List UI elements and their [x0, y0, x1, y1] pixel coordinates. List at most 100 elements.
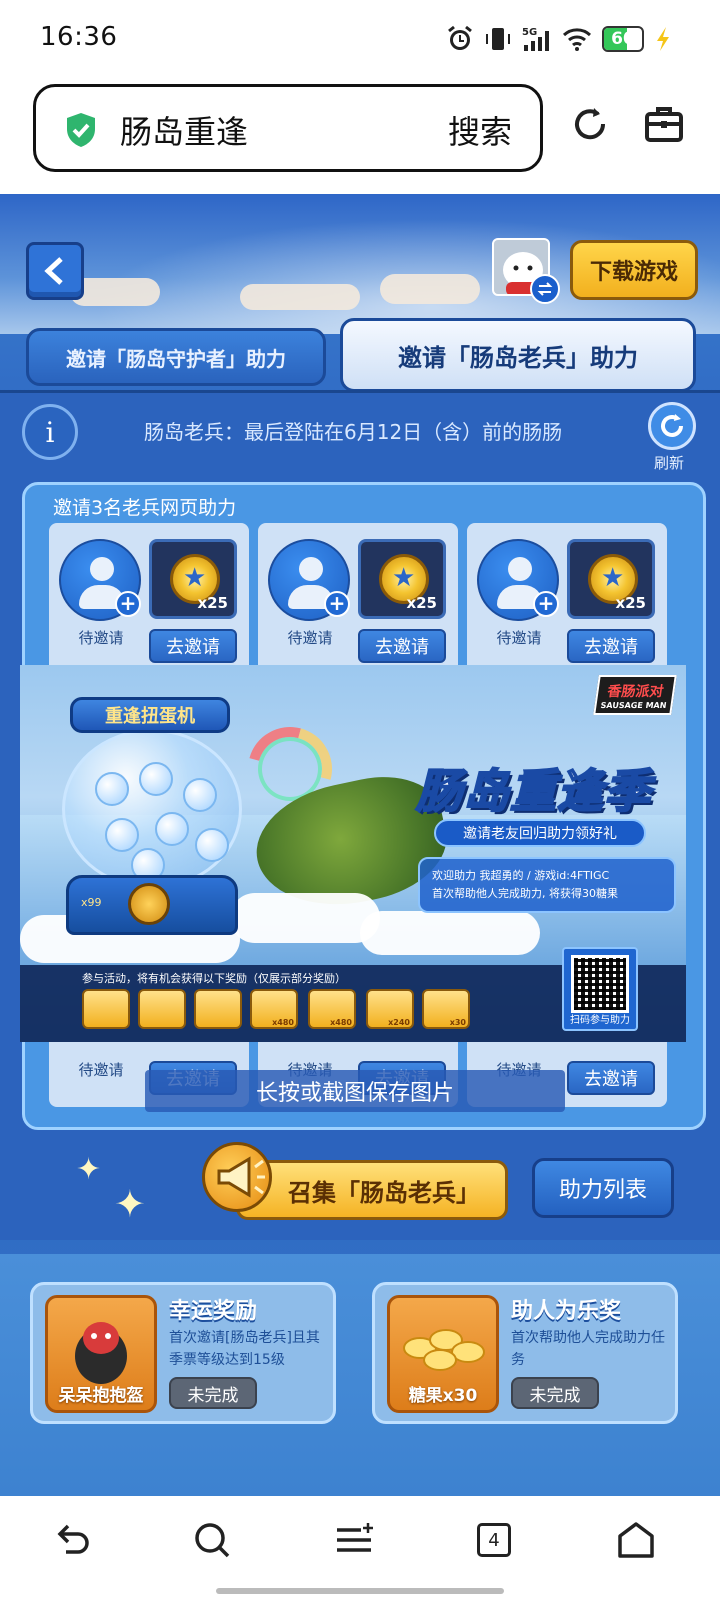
invite-status: 待邀请	[287, 629, 333, 647]
back-button[interactable]	[26, 242, 84, 300]
qr-code: 扫码参与助力	[562, 947, 638, 1031]
award-status[interactable]: 未完成	[511, 1377, 599, 1409]
invite-button[interactable]: 去邀请	[567, 1061, 655, 1095]
welcome-box: 欢迎助力 我超勇的 / 游戏id:4FTIGC 首次帮助他人完成助力, 将获得3…	[418, 857, 676, 913]
tab-guardian[interactable]: 邀请「肠岛守护者」助力	[26, 328, 326, 386]
download-game-button[interactable]: 下载游戏	[570, 240, 698, 300]
cloud	[240, 284, 360, 310]
cloud	[360, 911, 540, 955]
gacha-globe	[62, 729, 242, 889]
reward-item	[138, 989, 186, 1029]
reward-item	[194, 989, 242, 1029]
help-list-button[interactable]: 助力列表	[532, 1158, 674, 1218]
lucky-award-card: 呆呆抱抱盔 幸运奖励 首次邀请[肠岛老兵]且其季票等级达到15级 未完成	[30, 1282, 336, 1424]
svg-text:5G: 5G	[522, 27, 537, 38]
search-icon[interactable]	[188, 1516, 236, 1564]
browser-toolbar: 肠岛重逢 搜索	[0, 78, 720, 194]
reward-item: x240	[366, 989, 414, 1029]
gather-veterans-button[interactable]: 召集「肠岛老兵」	[236, 1160, 508, 1220]
reward-item: x480	[250, 989, 298, 1029]
award-desc: 首次邀请[肠岛老兵]且其季票等级达到15级	[169, 1330, 320, 1368]
reward-tile: ★ x25	[567, 539, 655, 619]
search-query[interactable]: 肠岛重逢	[120, 107, 248, 153]
helper-award-card: 糖果x30 助人为乐奖 首次帮助他人完成助力任务 未完成	[372, 1282, 678, 1424]
invite-status: 待邀请	[496, 629, 542, 647]
save-image-hint: 长按或截图保存图片	[145, 1070, 565, 1112]
reward-qty: x25	[406, 594, 437, 612]
invite-button[interactable]: 去邀请	[358, 629, 446, 663]
back-icon[interactable]	[48, 1516, 96, 1564]
alarm-icon	[446, 25, 474, 53]
invite-title: 邀请3名老兵网页助力	[53, 497, 237, 519]
tabs-count: 4	[477, 1523, 511, 1557]
award-item-thumb: 糖果x30	[387, 1295, 499, 1413]
bottom-nav: 4	[0, 1496, 720, 1600]
info-icon[interactable]: i	[22, 404, 78, 460]
reward-tile: ★ x25	[149, 539, 237, 619]
signal-5g-icon: 5G	[522, 25, 552, 53]
megaphone-icon	[202, 1142, 272, 1212]
share-poster[interactable]: 重逢扭蛋机 x99 香肠派对 SAUSAGE MAN 肠岛重逢季 邀请老友回归助…	[20, 665, 686, 1042]
home-indicator[interactable]	[216, 1588, 504, 1594]
plus-icon[interactable]: +	[115, 591, 141, 617]
award-desc: 首次帮助他人完成助力任务	[511, 1330, 665, 1368]
shield-check-icon	[64, 111, 98, 153]
cloud	[230, 893, 380, 943]
reward-qty: x25	[197, 594, 228, 612]
wifi-icon	[562, 25, 592, 53]
plus-icon[interactable]: +	[533, 591, 559, 617]
sausage-man-logo: 香肠派对 SAUSAGE MAN	[593, 675, 677, 715]
refresh-icon[interactable]	[570, 104, 610, 148]
invite-card: + 待邀请 ★ x25 去邀请	[49, 523, 249, 673]
reward-tile: ★ x25	[358, 539, 446, 619]
sparkle-icon: ✦	[114, 1182, 146, 1226]
clock: 16:36	[40, 22, 118, 52]
award-title: 助人为乐奖	[511, 1299, 622, 1324]
gacha-counter: x99	[81, 896, 102, 909]
award-item-name: 呆呆抱抱盔	[58, 1386, 144, 1406]
veteran-rule-text: 肠岛老兵：最后登陆在6月12日（含）前的肠肠	[144, 420, 563, 444]
status-icons: 5G 60	[446, 22, 672, 56]
invite-button[interactable]: 去邀请	[149, 629, 237, 663]
plus-icon[interactable]: +	[324, 591, 350, 617]
cloud	[380, 274, 480, 304]
rewards-caption: 参与活动，将有机会获得以下奖励（仅展示部分奖励）	[82, 972, 346, 985]
toolbox-icon[interactable]	[644, 104, 684, 148]
season-title: 肠岛重逢季	[415, 763, 651, 819]
welcome-line: 首次帮助他人完成助力, 将获得30糖果	[432, 887, 618, 900]
reward-item	[82, 989, 130, 1029]
search-button[interactable]: 搜索	[448, 107, 512, 153]
qr-label: 扫码参与助力	[570, 1015, 630, 1026]
award-item-name: 糖果x30	[408, 1386, 478, 1406]
battery-icon: 60	[602, 26, 644, 52]
sparkle-icon: ✦	[76, 1152, 102, 1187]
tab-veteran[interactable]: 邀请「肠岛老兵」助力	[340, 318, 696, 392]
home-icon[interactable]	[612, 1516, 660, 1564]
award-item-thumb: 呆呆抱抱盔	[45, 1295, 157, 1413]
reward-qty: x25	[615, 594, 646, 612]
invite-button[interactable]: 去邀请	[567, 629, 655, 663]
gacha-machine: 重逢扭蛋机 x99	[56, 691, 246, 941]
refresh-label: 刷新	[654, 454, 685, 472]
swap-account-icon[interactable]	[530, 274, 560, 304]
address-bar[interactable]: 肠岛重逢 搜索	[33, 84, 543, 172]
gacha-knob	[128, 883, 170, 925]
charging-icon	[654, 25, 672, 53]
welcome-line: 欢迎助力 我超勇的 / 游戏id:4FTIGC	[432, 869, 610, 882]
menu-icon[interactable]	[330, 1516, 378, 1564]
invite-status: 待邀请	[78, 1061, 124, 1079]
invite-card: + 待邀请 ★ x25 去邀请	[467, 523, 667, 673]
season-subtitle: 邀请老友回归助力领好礼	[434, 819, 646, 847]
qr-code-image	[571, 955, 629, 1013]
vibrate-icon	[484, 25, 512, 53]
award-title: 幸运奖励	[169, 1299, 258, 1324]
reward-item: x30	[422, 989, 470, 1029]
status-bar: 16:36 5G 60	[0, 0, 720, 78]
reward-item: x480	[308, 989, 356, 1029]
gacha-title: 重逢扭蛋机	[70, 697, 230, 733]
award-status[interactable]: 未完成	[169, 1377, 257, 1409]
invite-card: + 待邀请 ★ x25 去邀请	[258, 523, 458, 673]
refresh-list-button[interactable]	[648, 402, 696, 450]
tabs-icon[interactable]: 4	[470, 1516, 518, 1564]
invite-status: 待邀请	[78, 629, 124, 647]
